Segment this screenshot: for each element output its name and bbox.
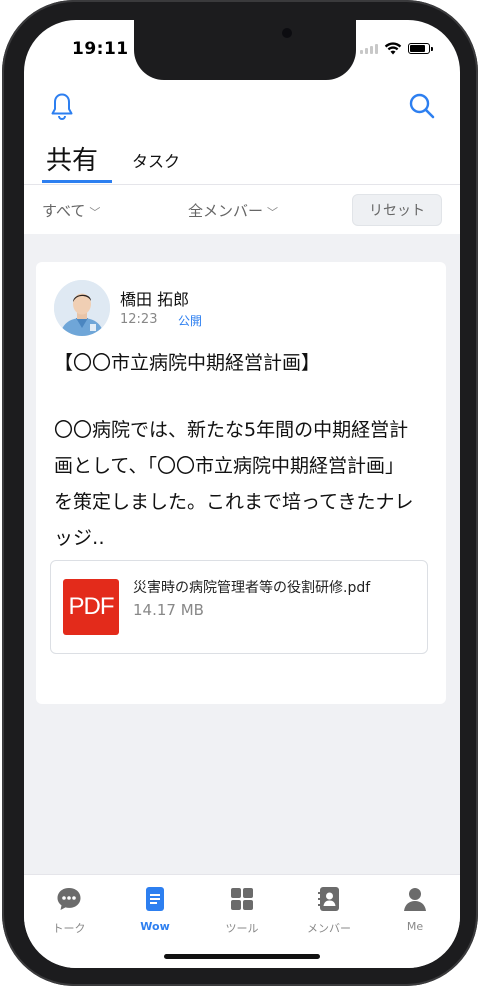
avatar-photo bbox=[54, 280, 110, 336]
filter-bar: すべて ﹀ 全メンバー ﹀ リセット bbox=[24, 184, 460, 234]
post-card[interactable]: 橋田 拓郎 12:23 公開 【〇〇市立病院中期経営計画】 〇〇病院では、新たな… bbox=[36, 262, 446, 704]
chevron-down-icon: ﹀ bbox=[89, 206, 101, 219]
cellular-signal-icon bbox=[360, 43, 378, 54]
contacts-icon bbox=[318, 887, 339, 911]
tab-share[interactable]: 共有 bbox=[46, 140, 98, 177]
document-icon bbox=[146, 887, 164, 911]
nav-me-label: Me bbox=[406, 920, 424, 933]
grid-icon bbox=[231, 888, 253, 910]
battery-icon bbox=[408, 43, 433, 54]
pdf-icon: PDF bbox=[63, 579, 119, 635]
bottom-nav: トーク Wow ツール メンバー Me bbox=[24, 874, 460, 968]
member-filter-dropdown[interactable]: 全メンバー ﹀ bbox=[188, 200, 278, 221]
active-tab-indicator bbox=[42, 180, 112, 183]
nav-members[interactable]: メンバー bbox=[294, 885, 364, 936]
top-bar bbox=[24, 80, 460, 140]
phone-bezel: 19:11 共有 タスク すべて ﹀ 全メンバー ﹀ リセット 橋田 拓郎 12… bbox=[2, 0, 478, 986]
nav-members-label: メンバー bbox=[307, 922, 351, 935]
attachment-file-name: 災害時の病院管理者等の役割研修.pdf bbox=[133, 580, 371, 596]
feed: 橋田 拓郎 12:23 公開 【〇〇市立病院中期経営計画】 〇〇病院では、新たな… bbox=[24, 234, 460, 874]
nav-talk[interactable]: トーク bbox=[34, 885, 104, 936]
wifi-icon bbox=[384, 42, 402, 55]
attachment-file-size: 14.17 MB bbox=[133, 601, 204, 619]
status-icons bbox=[360, 42, 433, 55]
app-screen: 19:11 共有 タスク すべて ﹀ 全メンバー ﹀ リセット 橋田 拓郎 12… bbox=[24, 20, 460, 968]
nav-tools[interactable]: ツール bbox=[207, 885, 277, 936]
nav-tools-label: ツール bbox=[225, 922, 259, 935]
post-title: 【〇〇市立病院中期経営計画】 bbox=[54, 352, 321, 374]
nav-talk-label: トーク bbox=[52, 922, 86, 935]
reset-button[interactable]: リセット bbox=[352, 194, 442, 226]
attachment-card[interactable]: PDF 災害時の病院管理者等の役割研修.pdf 14.17 MB bbox=[50, 560, 428, 654]
post-time: 12:23 bbox=[120, 312, 158, 327]
search-icon[interactable] bbox=[408, 92, 436, 120]
scope-filter-label: すべて bbox=[42, 202, 86, 220]
avatar[interactable] bbox=[54, 280, 110, 336]
person-icon bbox=[404, 888, 426, 911]
nav-wow[interactable]: Wow bbox=[120, 885, 190, 933]
nav-me[interactable]: Me bbox=[380, 885, 450, 933]
scope-filter-dropdown[interactable]: すべて ﹀ bbox=[42, 200, 100, 221]
nav-wow-label: Wow bbox=[140, 920, 170, 933]
tab-bar: 共有 タスク bbox=[24, 138, 460, 185]
status-time: 19:11 bbox=[72, 39, 129, 59]
post-author[interactable]: 橋田 拓郎 bbox=[120, 286, 189, 310]
bell-icon[interactable] bbox=[50, 92, 74, 120]
tab-task[interactable]: タスク bbox=[132, 148, 180, 172]
home-indicator[interactable] bbox=[164, 954, 320, 959]
chat-bubble-icon bbox=[57, 888, 81, 910]
chevron-down-icon: ﹀ bbox=[267, 206, 279, 219]
member-filter-label: 全メンバー bbox=[188, 202, 264, 220]
post-visibility: 公開 bbox=[178, 314, 203, 328]
post-body: 〇〇病院では、新たな5年間の中期経営計画として、「〇〇市立病院中期経営計画」を策… bbox=[54, 419, 414, 549]
notch bbox=[134, 20, 356, 80]
front-camera bbox=[282, 28, 292, 38]
device-frame: 19:11 共有 タスク すべて ﹀ 全メンバー ﹀ リセット 橋田 拓郎 12… bbox=[0, 0, 480, 986]
